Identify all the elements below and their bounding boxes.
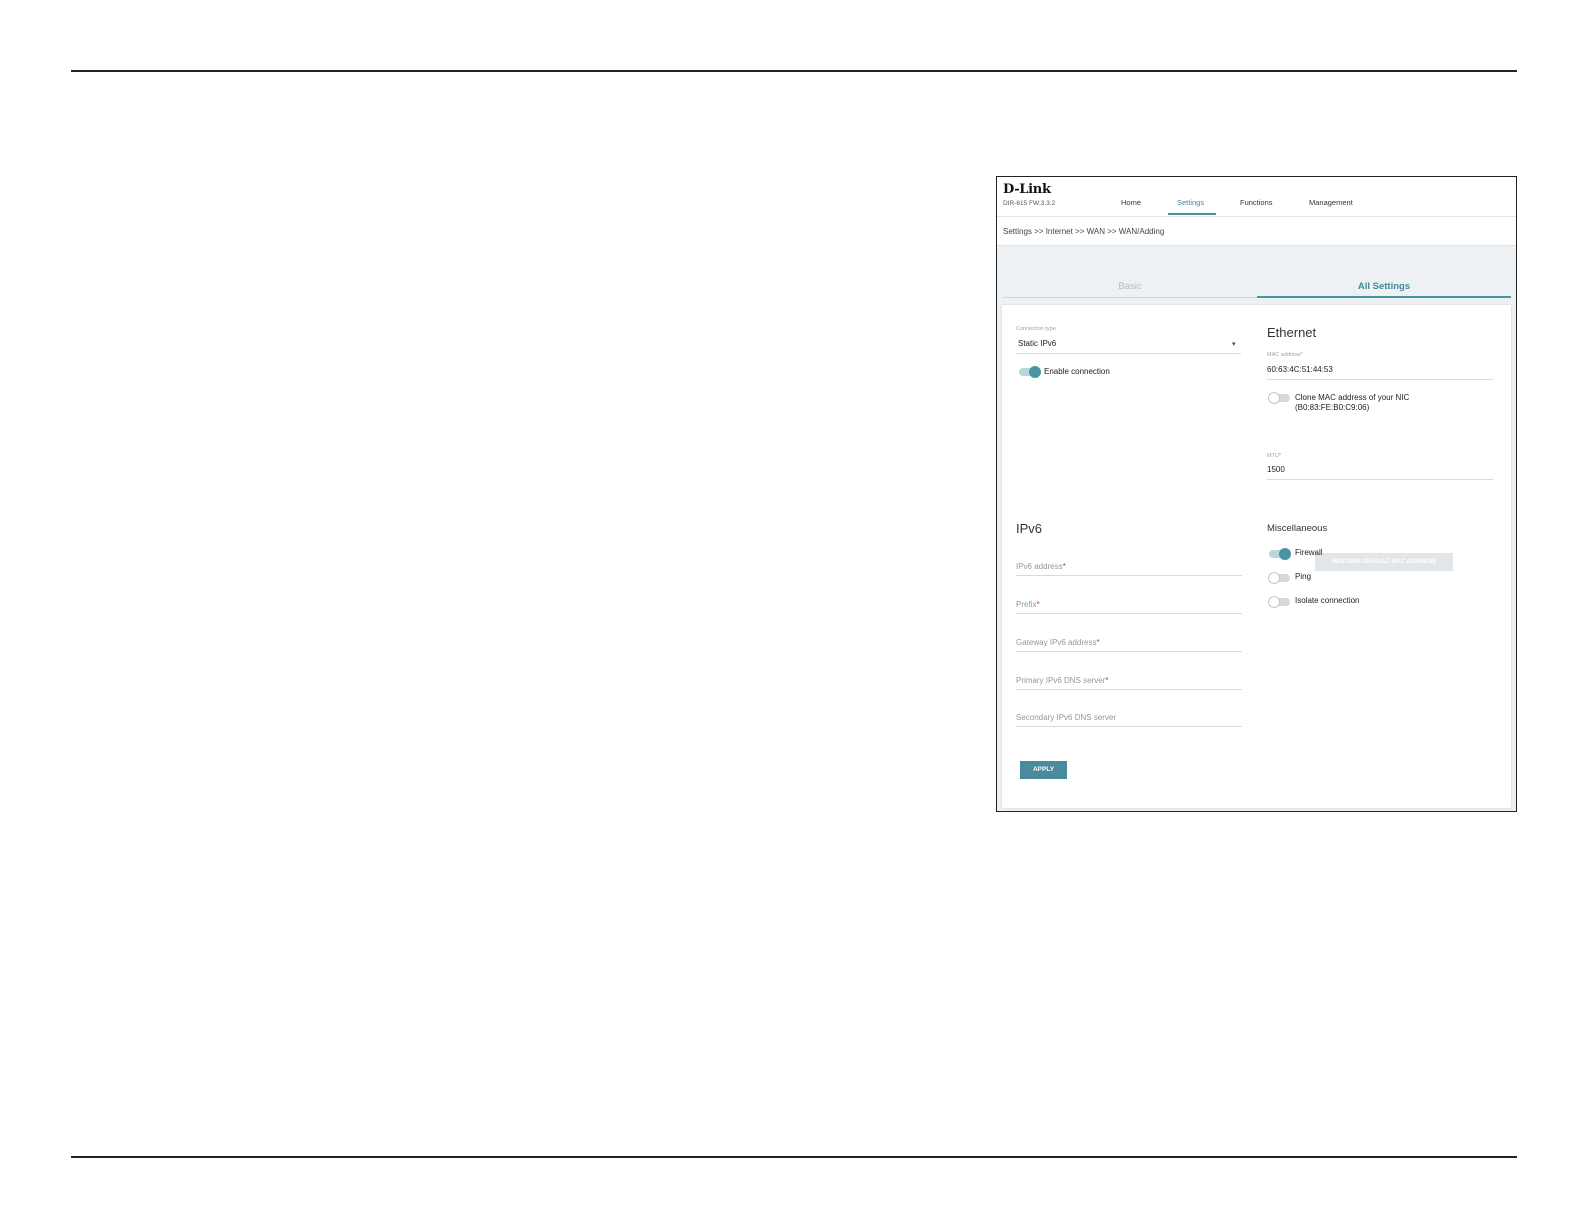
- field-label: Prefix: [1016, 600, 1037, 609]
- miscellaneous-heading: Miscellaneous: [1267, 523, 1328, 534]
- tab-all-settings[interactable]: All Settings: [1257, 281, 1511, 292]
- dlink-logo: D-Link: [1003, 182, 1051, 197]
- mtu-label: MTU*: [1267, 453, 1282, 459]
- nav-active-indicator: [1168, 213, 1216, 215]
- firewall-toggle[interactable]: [1269, 548, 1291, 560]
- top-header: D-Link DIR-615 FW:3.3.2 Home Settings Fu…: [997, 177, 1516, 217]
- connection-type-value: Static IPv6: [1018, 339, 1057, 348]
- connection-type-label: Connection type: [1016, 326, 1056, 332]
- toggle-knob: [1268, 572, 1280, 584]
- tab-active-indicator: [1257, 296, 1511, 298]
- secondary-dns-underline: [1016, 726, 1242, 727]
- bottom-rule: [71, 1156, 1517, 1158]
- nav-management[interactable]: Management: [1309, 198, 1353, 207]
- ping-toggle[interactable]: [1268, 572, 1290, 584]
- toggle-knob: [1029, 366, 1041, 378]
- restore-default-mac-button[interactable]: RESTORE DEFAULT MAC ADDRESS: [1315, 553, 1453, 571]
- prefix-underline: [1016, 613, 1242, 614]
- connection-type-underline: [1016, 353, 1241, 354]
- field-label: Secondary IPv6 DNS server: [1016, 713, 1117, 722]
- firmware-version: DIR-615 FW:3.3.2: [1003, 200, 1056, 207]
- mtu-input[interactable]: 1500: [1267, 465, 1285, 474]
- nav-settings[interactable]: Settings: [1177, 198, 1204, 207]
- required-marker: *: [1096, 638, 1100, 647]
- clone-mac-toggle[interactable]: [1268, 392, 1290, 404]
- nav-functions[interactable]: Functions: [1240, 198, 1273, 207]
- router-settings-screenshot: D-Link DIR-615 FW:3.3.2 Home Settings Fu…: [996, 176, 1517, 812]
- required-marker: *: [1105, 676, 1109, 685]
- toggle-knob: [1268, 392, 1280, 404]
- primary-dns-underline: [1016, 689, 1242, 690]
- mac-address-underline: [1267, 379, 1493, 380]
- nav-home[interactable]: Home: [1121, 198, 1141, 207]
- chevron-down-icon: ▾: [1232, 341, 1236, 348]
- ipv6-address-input[interactable]: IPv6 address*: [1016, 562, 1066, 571]
- field-label: Primary IPv6 DNS server: [1016, 676, 1106, 685]
- firewall-label: Firewall: [1295, 548, 1323, 557]
- gateway-ipv6-input[interactable]: Gateway IPv6 address*: [1016, 638, 1100, 647]
- field-label: IPv6 address: [1016, 562, 1063, 571]
- ethernet-heading: Ethernet: [1267, 325, 1317, 340]
- ping-label: Ping: [1295, 572, 1312, 581]
- required-marker: *: [1062, 562, 1066, 571]
- primary-dns-input[interactable]: Primary IPv6 DNS server*: [1016, 676, 1108, 685]
- enable-connection-label: Enable connection: [1044, 367, 1110, 376]
- mac-address-label: MAC address*: [1267, 352, 1303, 358]
- settings-card: Connection type Static IPv6 ▾ Enable con…: [1002, 305, 1511, 808]
- isolate-connection-label: Isolate connection: [1295, 596, 1360, 605]
- ipv6-heading: IPv6: [1016, 521, 1043, 536]
- ipv6-address-underline: [1016, 575, 1242, 576]
- mac-address-input[interactable]: 60:63:4C:51:44:53: [1267, 365, 1333, 374]
- prefix-input[interactable]: Prefix*: [1016, 600, 1040, 609]
- mtu-underline: [1267, 479, 1493, 480]
- clone-mac-label: Clone MAC address of your NIC: [1295, 393, 1410, 402]
- toggle-knob: [1279, 548, 1291, 560]
- breadcrumb-bar: Settings >> Internet >> WAN >> WAN/Addin…: [997, 217, 1516, 246]
- gateway-ipv6-underline: [1016, 651, 1242, 652]
- breadcrumb: Settings >> Internet >> WAN >> WAN/Addin…: [1003, 227, 1165, 236]
- enable-connection-toggle[interactable]: [1019, 366, 1041, 378]
- apply-button[interactable]: APPLY: [1020, 761, 1067, 779]
- required-marker: *: [1036, 600, 1040, 609]
- clone-mac-nic-address: (B0:83:FE:B0:C9:06): [1295, 403, 1370, 412]
- tab-basic[interactable]: Basic: [1003, 281, 1257, 292]
- field-label: Gateway IPv6 address: [1016, 638, 1097, 647]
- secondary-dns-input[interactable]: Secondary IPv6 DNS server: [1016, 713, 1116, 722]
- toggle-knob: [1268, 596, 1280, 608]
- isolate-connection-toggle[interactable]: [1268, 596, 1290, 608]
- top-rule: [71, 70, 1517, 72]
